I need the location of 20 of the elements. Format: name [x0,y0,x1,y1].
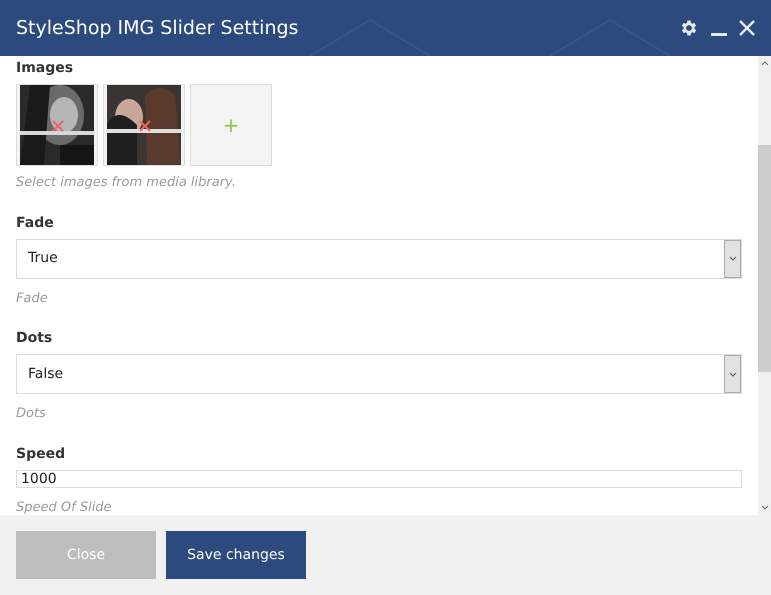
settings-icon[interactable] [679,18,699,38]
select-field[interactable]: False [16,354,742,394]
save-button[interactable]: Save changes [166,531,306,579]
scrollbar[interactable] [758,56,771,515]
field-label: Speed [16,444,66,464]
select-field[interactable]: True [16,238,742,278]
input-field[interactable]: 1000 [16,470,742,488]
field-label: Dots [16,329,54,348]
close-icon[interactable] [739,20,755,36]
scroll-up-icon[interactable] [760,60,768,66]
window-title: StyleShop IMG Slider Settings [16,16,298,41]
field-hint: Dots [16,405,47,423]
scroll-down-icon[interactable] [760,505,768,511]
field-label: Images [16,59,74,78]
remove-icon[interactable] [139,120,151,132]
field-hint: Speed Of Slide [16,498,113,516]
field-hint: Select images from media library. [16,174,237,192]
field-hint: Fade [16,290,49,308]
minimize-icon[interactable] [711,33,727,37]
field-label: Fade [16,214,55,232]
